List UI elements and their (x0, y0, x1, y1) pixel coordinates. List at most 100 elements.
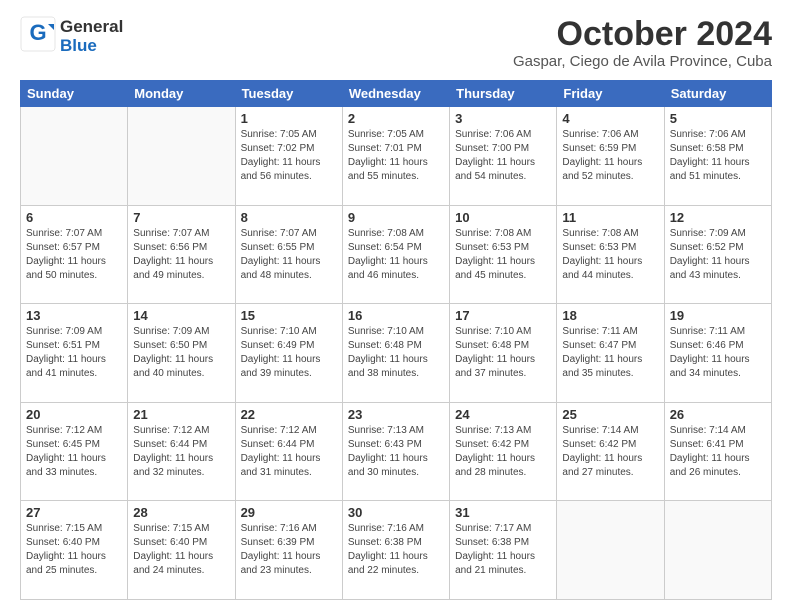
sunset-text: Sunset: 6:44 PM (133, 438, 229, 452)
header-tuesday: Tuesday (235, 81, 342, 107)
daylight-text: Daylight: 11 hours and 40 minutes. (133, 353, 229, 381)
sunset-text: Sunset: 6:53 PM (562, 241, 658, 255)
sunrise-text: Sunrise: 7:09 AM (670, 227, 766, 241)
sunrise-text: Sunrise: 7:16 AM (241, 522, 337, 536)
day-number: 4 (562, 111, 658, 126)
daylight-text: Daylight: 11 hours and 44 minutes. (562, 255, 658, 283)
daylight-text: Daylight: 11 hours and 54 minutes. (455, 156, 551, 184)
calendar-cell: 29Sunrise: 7:16 AMSunset: 6:39 PMDayligh… (235, 501, 342, 600)
sunrise-text: Sunrise: 7:11 AM (562, 325, 658, 339)
calendar-cell: 3Sunrise: 7:06 AMSunset: 7:00 PMDaylight… (450, 107, 557, 206)
day-number: 11 (562, 210, 658, 225)
calendar-cell (664, 501, 771, 600)
sunrise-text: Sunrise: 7:06 AM (562, 128, 658, 142)
sunset-text: Sunset: 6:53 PM (455, 241, 551, 255)
sunrise-text: Sunrise: 7:13 AM (455, 424, 551, 438)
sunset-text: Sunset: 6:40 PM (26, 536, 122, 550)
day-number: 10 (455, 210, 551, 225)
calendar-cell: 6 Sunrise: 7:07 AMSunset: 6:57 PMDaylight… (21, 205, 128, 304)
calendar-cell (557, 501, 664, 600)
calendar-cell: 5Sunrise: 7:06 AMSunset: 6:58 PMDaylight… (664, 107, 771, 206)
sunset-text: Sunset: 6:57 PM (26, 241, 122, 255)
calendar-cell: 2Sunrise: 7:05 AMSunset: 7:01 PMDaylight… (342, 107, 449, 206)
page: G General Blue October 2024 Gaspar, Cieg… (0, 0, 792, 612)
daylight-text: Daylight: 11 hours and 35 minutes. (562, 353, 658, 381)
sunrise-text: Sunrise: 7:15 AM (26, 522, 122, 536)
daylight-text: Daylight: 11 hours and 46 minutes. (348, 255, 444, 283)
sunrise-text: Sunrise: 7:08 AM (562, 227, 658, 241)
header-monday: Monday (128, 81, 235, 107)
sunrise-text: Sunrise: 7:08 AM (348, 227, 444, 241)
sunset-text: Sunset: 6:42 PM (562, 438, 658, 452)
sunrise-text: Sunrise: 7:10 AM (241, 325, 337, 339)
header: G General Blue October 2024 Gaspar, Cieg… (20, 16, 772, 70)
day-info: Sunrise: 7:07 AMSunset: 6:57 PMDaylight:… (26, 227, 122, 283)
calendar-cell: 13 Sunrise: 7:09 AMSunset: 6:51 PMDayligh… (21, 304, 128, 403)
calendar-cell: 11 Sunrise: 7:08 AMSunset: 6:53 PMDayligh… (557, 205, 664, 304)
day-info: Sunrise: 7:09 AMSunset: 6:50 PMDaylight:… (133, 325, 229, 381)
location-title: Gaspar, Ciego de Avila Province, Cuba (513, 53, 772, 70)
sunset-text: Sunset: 7:01 PM (348, 142, 444, 156)
calendar-table: Sunday Monday Tuesday Wednesday Thursday… (20, 80, 772, 600)
sunrise-text: Sunrise: 7:05 AM (241, 128, 337, 142)
sunset-text: Sunset: 6:58 PM (670, 142, 766, 156)
sunrise-text: Sunrise: 7:15 AM (133, 522, 229, 536)
calendar-cell: 7Sunrise: 7:07 AMSunset: 6:56 PMDaylight… (128, 205, 235, 304)
daylight-text: Daylight: 11 hours and 31 minutes. (241, 452, 337, 480)
day-number: 9 (348, 210, 444, 225)
day-info: Sunrise: 7:09 AMSunset: 6:51 PMDaylight:… (26, 325, 122, 381)
sunrise-text: Sunrise: 7:07 AM (26, 227, 122, 241)
sunrise-text: Sunrise: 7:14 AM (562, 424, 658, 438)
svg-text:G: G (29, 20, 46, 45)
daylight-text: Daylight: 11 hours and 34 minutes. (670, 353, 766, 381)
sunrise-text: Sunrise: 7:06 AM (670, 128, 766, 142)
day-number: 24 (455, 407, 551, 422)
calendar-cell: 8Sunrise: 7:07 AMSunset: 6:55 PMDaylight… (235, 205, 342, 304)
calendar-cell: 12Sunrise: 7:09 AMSunset: 6:52 PMDayligh… (664, 205, 771, 304)
daylight-text: Daylight: 11 hours and 24 minutes. (133, 550, 229, 578)
day-info: Sunrise: 7:08 AMSunset: 6:54 PMDaylight:… (348, 227, 444, 283)
header-friday: Friday (557, 81, 664, 107)
day-info: Sunrise: 7:08 AMSunset: 6:53 PMDaylight:… (455, 227, 551, 283)
day-number: 26 (670, 407, 766, 422)
day-info: Sunrise: 7:12 AMSunset: 6:45 PMDaylight:… (26, 424, 122, 480)
calendar-cell: 15Sunrise: 7:10 AMSunset: 6:49 PMDayligh… (235, 304, 342, 403)
daylight-text: Daylight: 11 hours and 23 minutes. (241, 550, 337, 578)
day-info: Sunrise: 7:14 AMSunset: 6:41 PMDaylight:… (670, 424, 766, 480)
sunset-text: Sunset: 6:52 PM (670, 241, 766, 255)
sunset-text: Sunset: 6:51 PM (26, 339, 122, 353)
sunset-text: Sunset: 6:48 PM (455, 339, 551, 353)
header-sunday: Sunday (21, 81, 128, 107)
calendar-cell: 9 Sunrise: 7:08 AMSunset: 6:54 PMDaylight… (342, 205, 449, 304)
daylight-text: Daylight: 11 hours and 39 minutes. (241, 353, 337, 381)
day-number: 6 (26, 210, 122, 225)
calendar-cell: 14Sunrise: 7:09 AMSunset: 6:50 PMDayligh… (128, 304, 235, 403)
sunrise-text: Sunrise: 7:10 AM (348, 325, 444, 339)
day-info: Sunrise: 7:17 AMSunset: 6:38 PMDaylight:… (455, 522, 551, 578)
calendar-cell: 30Sunrise: 7:16 AMSunset: 6:38 PMDayligh… (342, 501, 449, 600)
daylight-text: Daylight: 11 hours and 27 minutes. (562, 452, 658, 480)
sunset-text: Sunset: 6:55 PM (241, 241, 337, 255)
daylight-text: Daylight: 11 hours and 26 minutes. (670, 452, 766, 480)
calendar-cell: 1Sunrise: 7:05 AMSunset: 7:02 PMDaylight… (235, 107, 342, 206)
title-section: October 2024 Gaspar, Ciego de Avila Prov… (513, 16, 772, 70)
day-number: 28 (133, 505, 229, 520)
sunrise-text: Sunrise: 7:16 AM (348, 522, 444, 536)
sunrise-text: Sunrise: 7:11 AM (670, 325, 766, 339)
day-number: 13 (26, 308, 122, 323)
day-number: 16 (348, 308, 444, 323)
sunrise-text: Sunrise: 7:14 AM (670, 424, 766, 438)
sunset-text: Sunset: 6:46 PM (670, 339, 766, 353)
day-info: Sunrise: 7:10 AMSunset: 6:48 PMDaylight:… (455, 325, 551, 381)
calendar-cell: 20Sunrise: 7:12 AMSunset: 6:45 PMDayligh… (21, 402, 128, 501)
header-thursday: Thursday (450, 81, 557, 107)
day-info: Sunrise: 7:10 AMSunset: 6:48 PMDaylight:… (348, 325, 444, 381)
day-number: 25 (562, 407, 658, 422)
day-number: 19 (670, 308, 766, 323)
day-number: 7 (133, 210, 229, 225)
week-row-1: 1Sunrise: 7:05 AMSunset: 7:02 PMDaylight… (21, 107, 772, 206)
sunrise-text: Sunrise: 7:07 AM (241, 227, 337, 241)
daylight-text: Daylight: 11 hours and 51 minutes. (670, 156, 766, 184)
header-wednesday: Wednesday (342, 81, 449, 107)
logo: G General Blue (20, 16, 123, 57)
